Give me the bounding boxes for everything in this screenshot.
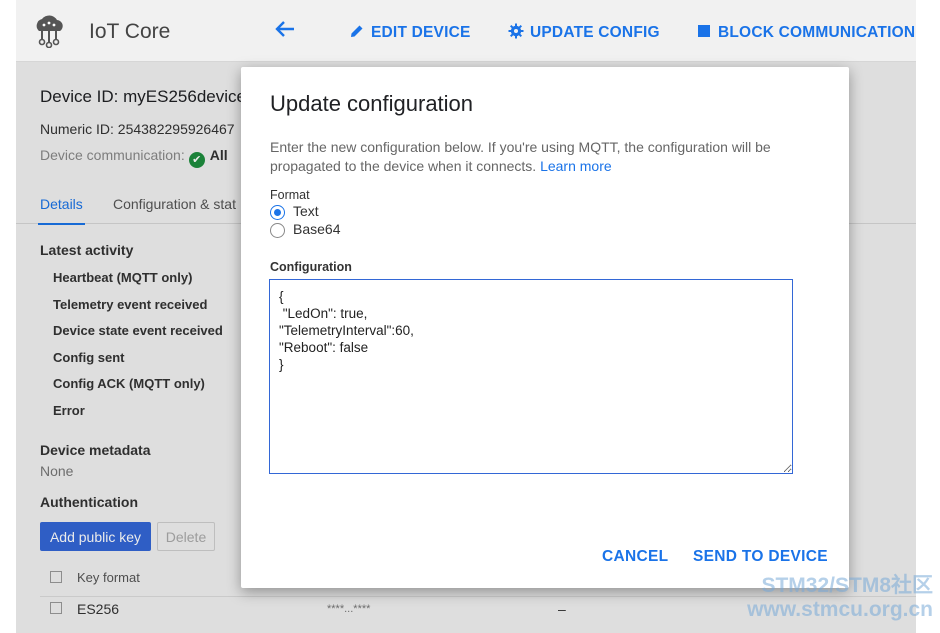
gear-icon: [508, 23, 524, 39]
update-config-label: UPDATE CONFIG: [530, 24, 660, 41]
dialog-title: Update configuration: [270, 91, 474, 116]
watermark-line-1: STM32/STM8社区: [761, 574, 933, 597]
watermark-line-2: www.stmcu.org.cn: [747, 598, 933, 621]
arrow-left-icon: [275, 21, 294, 37]
product-title: IoT Core: [89, 20, 171, 43]
watermark: STM32/STM8社区 www.stmcu.org.cn: [708, 574, 933, 622]
block-communication-label: BLOCK COMMUNICATION: [718, 24, 916, 41]
send-to-device-button[interactable]: SEND TO DEVICE: [693, 548, 828, 566]
dialog-description: Enter the new configuration below. If yo…: [270, 138, 810, 176]
dialog-description-text: Enter the new configuration below. If yo…: [270, 139, 771, 174]
radio-unselected-icon[interactable]: [270, 223, 285, 238]
update-configuration-dialog: Update configuration Enter the new confi…: [241, 67, 849, 588]
configuration-textarea[interactable]: [269, 279, 793, 474]
block-communication-button[interactable]: BLOCK COMMUNICATION: [696, 23, 915, 42]
format-option-label: Text: [293, 203, 319, 219]
edit-device-button[interactable]: EDIT DEVICE: [349, 23, 471, 42]
iot-core-cloud-icon: [36, 15, 63, 48]
top-app-bar: IoT Core EDIT DEVICE UPDATE CONFIG BLOCK…: [16, 0, 916, 62]
pencil-icon: [351, 25, 363, 37]
format-label: Format: [270, 188, 310, 202]
configuration-label: Configuration: [270, 260, 352, 274]
back-button[interactable]: [274, 18, 296, 45]
format-option-label: Base64: [293, 221, 341, 237]
update-config-button[interactable]: UPDATE CONFIG: [508, 23, 660, 42]
edit-device-label: EDIT DEVICE: [371, 24, 471, 41]
radio-selected-icon[interactable]: [270, 205, 285, 220]
stop-square-icon: [698, 25, 710, 37]
cancel-button[interactable]: CANCEL: [602, 548, 668, 566]
learn-more-link[interactable]: Learn more: [540, 158, 612, 174]
